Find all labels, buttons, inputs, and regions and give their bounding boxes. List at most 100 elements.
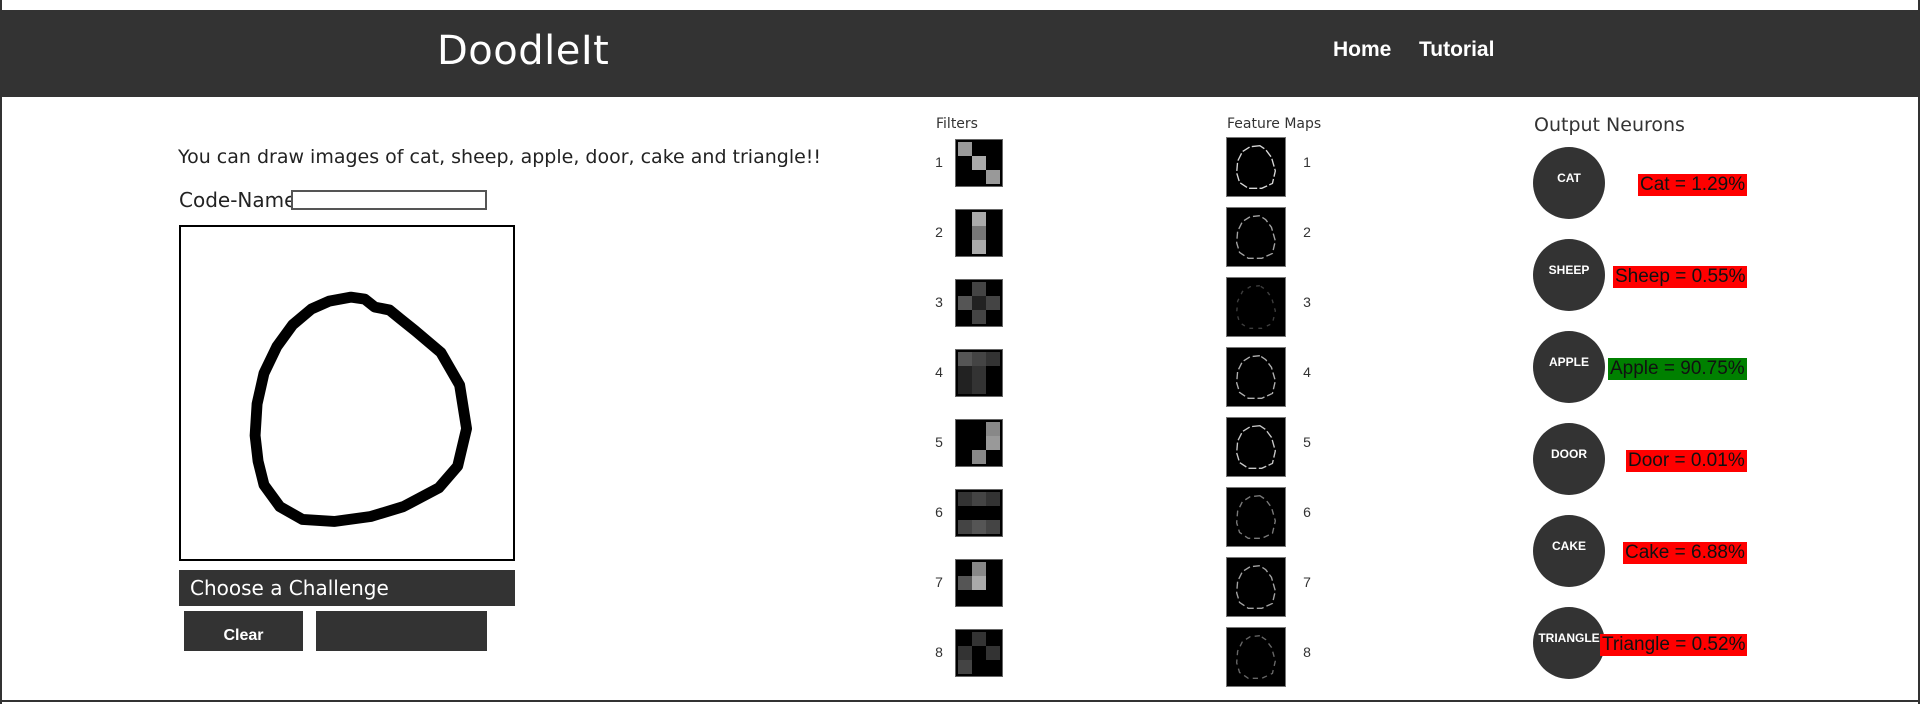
feature-map-index: 8 [1303,644,1311,660]
filter-weight-cell [986,422,1000,436]
filter-weight-cell [972,212,986,226]
brand-title[interactable]: DoodleIt [437,28,609,74]
filter-thumbnail [955,559,1003,607]
feature-map-image [1235,215,1277,259]
feature-map-thumbnail [1226,487,1286,547]
filter-index: 7 [935,574,943,590]
filter-thumbnail [955,349,1003,397]
filter-weight-cell [972,380,986,394]
feature-map-image [1235,285,1277,329]
filter-weight-cell [972,450,986,464]
filter-weight-cell [958,240,972,254]
drawing-canvas[interactable] [179,225,515,561]
window-top-border [0,0,1920,12]
feature-map-index: 4 [1303,364,1311,380]
filter-weight-cell [958,422,972,436]
filter-weight-cell [972,142,986,156]
filter-weight-cell [958,170,972,184]
filter-weight-cell [986,576,1000,590]
feature-map-image [1235,145,1277,189]
neuron-probability-sheep: Sheep = 0.55% [1613,266,1748,288]
filter-thumbnail [955,139,1003,187]
neuron-probability-cake: Cake = 6.88% [1623,542,1747,564]
filters-title: Filters [936,116,978,132]
filter-weight-cell [972,240,986,254]
filter-weight-cell [986,170,1000,184]
filter-weight-cell [972,492,986,506]
filter-weight-cell [958,282,972,296]
filter-weight-cell [958,646,972,660]
filter-weight-cell [986,632,1000,646]
filter-weight-cell [972,366,986,380]
filter-weight-cell [958,590,972,604]
feature-map-index: 3 [1303,294,1311,310]
filter-weight-cell [972,156,986,170]
filter-weight-cell [958,562,972,576]
feature-map-image [1235,635,1277,679]
feature-map-thumbnail [1226,557,1286,617]
filter-weight-cell [986,646,1000,660]
filter-weight-cell [972,660,986,674]
filter-weight-cell [972,296,986,310]
filter-weight-cell [986,212,1000,226]
filter-index: 2 [935,224,943,240]
output-neuron-cake: CAKE [1533,515,1605,587]
filter-weight-cell [972,436,986,450]
neuron-probability-cat: Cat = 1.29% [1638,174,1748,196]
filter-weight-cell [986,450,1000,464]
filter-weight-cell [972,506,986,520]
filter-weight-cell [986,142,1000,156]
filter-weight-cell [972,576,986,590]
filter-weight-cell [958,576,972,590]
filter-weight-cell [958,492,972,506]
filter-weight-cell [972,562,986,576]
neuron-probability-triangle: Triangle = 0.52% [1600,634,1748,656]
filter-weight-cell [986,506,1000,520]
filter-index: 6 [935,504,943,520]
feature-map-thumbnail [1226,417,1286,477]
filter-thumbnail [955,419,1003,467]
nav-home-link[interactable]: Home [1333,38,1391,62]
filter-weight-cell [958,212,972,226]
filter-weight-cell [958,366,972,380]
filter-weight-cell [958,660,972,674]
filter-weight-cell [986,296,1000,310]
feature-maps-title: Feature Maps [1227,116,1322,132]
filter-index: 5 [935,434,943,450]
feature-map-image [1235,425,1277,469]
feature-map-image [1235,565,1277,609]
unlabeled-button[interactable] [316,611,487,651]
intro-text: You can draw images of cat, sheep, apple… [178,146,822,168]
filter-weight-cell [958,296,972,310]
filter-weight-cell [958,352,972,366]
filter-weight-cell [986,156,1000,170]
choose-challenge-button[interactable]: Choose a Challenge [179,570,515,606]
clear-button[interactable]: Clear [184,611,303,651]
filter-thumbnail [955,209,1003,257]
feature-map-index: 6 [1303,504,1311,520]
feature-map-thumbnail [1226,347,1286,407]
codename-input[interactable] [291,190,487,210]
output-neuron-sheep: SHEEP [1533,239,1605,311]
filter-weight-cell [986,562,1000,576]
filter-weight-cell [986,240,1000,254]
feature-map-index: 5 [1303,434,1311,450]
feature-map-index: 2 [1303,224,1311,240]
filter-weight-cell [986,310,1000,324]
filter-index: 3 [935,294,943,310]
feature-map-thumbnail [1226,207,1286,267]
filter-weight-cell [986,436,1000,450]
output-neurons-title: Output Neurons [1534,114,1685,136]
filter-weight-cell [986,520,1000,534]
output-neuron-cat: CAT [1533,147,1605,219]
codename-label: Code-Name : [179,188,310,212]
filter-weight-cell [986,492,1000,506]
filter-weight-cell [958,436,972,450]
filter-weight-cell [986,590,1000,604]
top-navbar: DoodleIt Home Tutorial [0,12,1920,97]
filter-weight-cell [986,226,1000,240]
nav-tutorial-link[interactable]: Tutorial [1419,38,1494,62]
filter-weight-cell [958,156,972,170]
filter-weight-cell [958,506,972,520]
output-neuron-apple: APPLE [1533,331,1605,403]
